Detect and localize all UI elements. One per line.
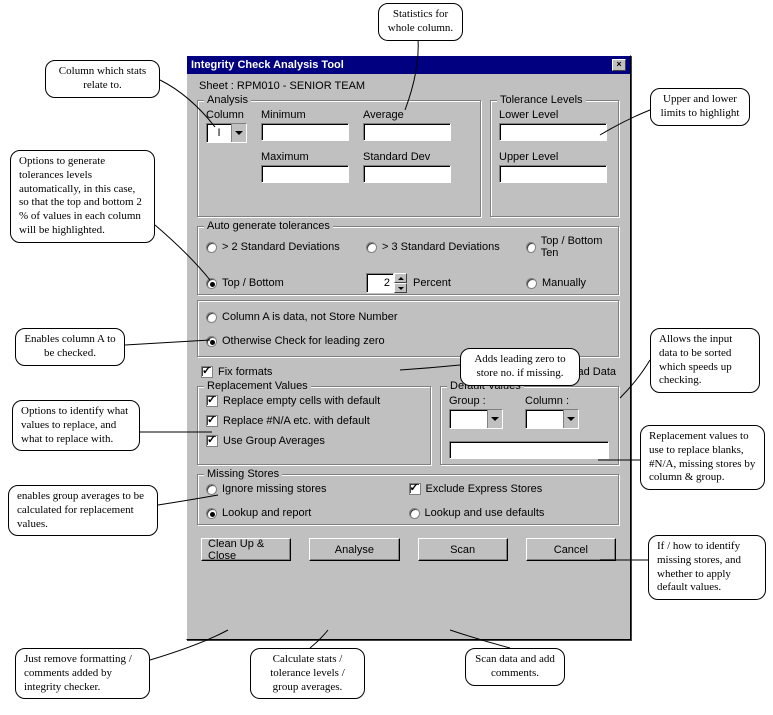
default-column-combo[interactable] <box>525 409 579 429</box>
check-fix-formats-label: Fix formats <box>218 366 272 378</box>
group-replacement: Replacement Values Replace empty cells w… <box>197 386 432 466</box>
radio-leading-zero-label: Otherwise Check for leading zero <box>222 335 385 347</box>
callout-column-stats: Column which stats relate to. <box>45 60 160 98</box>
label-maximum: Maximum <box>261 151 349 163</box>
radio-3sd[interactable]: > 3 Standard Deviations <box>366 235 526 259</box>
label-average: Average <box>363 109 451 121</box>
cleanup-button[interactable]: Clean Up & Close <box>201 538 291 561</box>
analyse-button[interactable]: Analyse <box>309 538 399 561</box>
chevron-down-icon[interactable] <box>563 410 578 428</box>
group-title-autogen: Auto generate tolerances <box>204 220 333 232</box>
default-group-combo[interactable] <box>449 409 503 429</box>
radio-lookup-defaults[interactable]: Lookup and use defaults <box>409 507 612 519</box>
callout-missing: If / how to identify missing stores, and… <box>648 535 766 600</box>
callout-columnA: Enables column A to be checked. <box>15 328 125 366</box>
check-replace-empty-label: Replace empty cells with default <box>223 395 380 407</box>
maximum-field[interactable] <box>261 165 349 183</box>
label-def-column: Column : <box>525 395 579 407</box>
radio-lookup-defaults-label: Lookup and use defaults <box>425 507 545 519</box>
check-group-averages-label: Use Group Averages <box>223 435 325 447</box>
radio-2sd[interactable]: > 2 Standard Deviations <box>206 235 366 259</box>
check-group-averages[interactable]: Use Group Averages <box>206 435 423 447</box>
lower-field[interactable] <box>499 123 607 141</box>
radio-topten-label: Top / Bottom Ten <box>541 235 611 259</box>
group-defaults: Default Values Group : Column : <box>440 386 620 466</box>
combo-arrow-icon[interactable] <box>231 124 246 142</box>
group-title-tolerance: Tolerance Levels <box>497 94 586 106</box>
radio-ignore-missing[interactable]: Ignore missing stores <box>206 483 409 495</box>
spin-up-icon[interactable] <box>394 273 407 283</box>
label-column: Column <box>206 109 247 121</box>
radio-topten[interactable]: Top / Bottom Ten <box>526 235 611 259</box>
radio-topbottom[interactable]: Top / Bottom <box>206 273 366 293</box>
cancel-button[interactable]: Cancel <box>526 538 616 561</box>
label-minimum: Minimum <box>261 109 349 121</box>
minimum-field[interactable] <box>261 123 349 141</box>
callout-leading-zero: Adds leading zero to store no. if missin… <box>460 348 580 386</box>
topbottom-unit: Percent <box>413 277 451 289</box>
group-analysis: Analysis Column I Minimum Maximum <box>197 100 482 218</box>
callout-default-vals: Replacement values to use to replace bla… <box>640 425 765 490</box>
group-title-analysis: Analysis <box>204 94 251 106</box>
label-lower: Lower Level <box>499 109 611 121</box>
radio-manual[interactable]: Manually <box>526 273 611 293</box>
group-title-missing: Missing Stores <box>204 468 282 480</box>
check-exclude-express-label: Exclude Express Stores <box>426 483 543 495</box>
column-combo[interactable]: I <box>206 123 247 143</box>
stddev-field[interactable] <box>363 165 451 183</box>
group-title-replacement: Replacement Values <box>204 380 311 392</box>
topbottom-value: 2 <box>366 273 394 293</box>
callout-analyse: Calculate stats / tolerance levels / gro… <box>250 648 365 699</box>
radio-colA-data-label: Column A is data, not Store Number <box>222 311 397 323</box>
callout-scan: Scan data and add comments. <box>465 648 565 686</box>
upper-field[interactable] <box>499 165 607 183</box>
column-value: I <box>207 124 231 142</box>
spin-down-icon[interactable] <box>394 283 407 293</box>
average-field[interactable] <box>363 123 451 141</box>
radio-2sd-label: > 2 Standard Deviations <box>222 241 340 253</box>
callout-limits: Upper and lower limits to highlight <box>650 88 750 126</box>
titlebar: Integrity Check Analysis Tool × <box>187 56 630 74</box>
dialog-title: Integrity Check Analysis Tool <box>191 59 344 71</box>
callout-whole-column: Statistics for whole column. <box>378 3 463 41</box>
check-exclude-express[interactable]: Exclude Express Stores <box>409 483 612 495</box>
group-missing: Missing Stores Ignore missing stores Exc… <box>197 474 620 526</box>
label-stddev: Standard Dev <box>363 151 451 163</box>
sheet-label: Sheet : RPM010 - SENIOR TEAM <box>199 80 620 92</box>
callout-cleanup: Just remove formatting / comments added … <box>15 648 150 699</box>
label-upper: Upper Level <box>499 151 611 163</box>
label-def-group: Group : <box>449 395 503 407</box>
check-replace-na-label: Replace #N/A etc. with default <box>223 415 370 427</box>
radio-colA-data[interactable]: Column A is data, not Store Number <box>206 311 611 323</box>
callout-replace-opts: Options to identify what values to repla… <box>12 400 140 451</box>
group-autogen: Auto generate tolerances > 2 Standard De… <box>197 226 620 296</box>
radio-lookup-report[interactable]: Lookup and report <box>206 507 409 519</box>
check-replace-empty[interactable]: Replace empty cells with default <box>206 395 423 407</box>
check-replace-na[interactable]: Replace #N/A etc. with default <box>206 415 423 427</box>
scan-button[interactable]: Scan <box>418 538 508 561</box>
check-fix-formats[interactable]: Fix formats <box>201 366 272 378</box>
default-value-field[interactable] <box>449 441 609 459</box>
radio-leading-zero[interactable]: Otherwise Check for leading zero <box>206 335 611 347</box>
radio-manual-label: Manually <box>542 277 586 289</box>
close-icon[interactable]: × <box>612 59 626 71</box>
radio-3sd-label: > 3 Standard Deviations <box>382 241 500 253</box>
chevron-down-icon[interactable] <box>487 410 502 428</box>
radio-tb-label: Top / Bottom <box>222 277 284 289</box>
callout-sort: Allows the input data to be sorted which… <box>650 328 760 393</box>
callout-group-avg: enables group averages to be calculated … <box>8 485 158 536</box>
topbottom-spinner[interactable]: 2 <box>366 273 407 293</box>
radio-ignore-missing-label: Ignore missing stores <box>222 483 327 495</box>
callout-autogen: Options to generate tolerances levels au… <box>10 150 155 243</box>
radio-lookup-report-label: Lookup and report <box>222 507 311 519</box>
group-tolerance: Tolerance Levels Lower Level Upper Level <box>490 100 620 218</box>
